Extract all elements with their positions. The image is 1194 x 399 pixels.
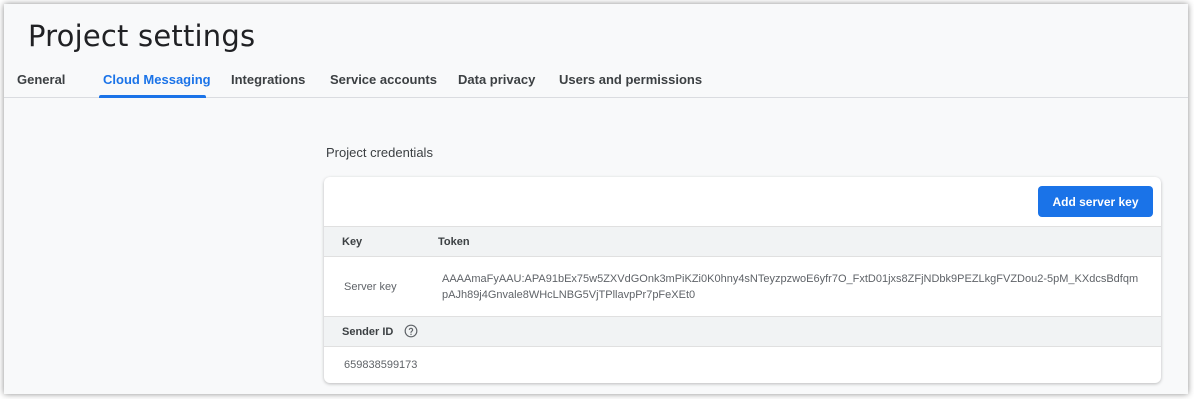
sender-id-header: Sender ID bbox=[324, 317, 1161, 347]
help-circle-icon[interactable] bbox=[404, 324, 418, 338]
active-tab-indicator bbox=[99, 95, 206, 98]
section-title-project-credentials: Project credentials bbox=[326, 145, 433, 160]
add-server-key-button[interactable]: Add server key bbox=[1038, 186, 1153, 217]
tab-integrations[interactable]: Integrations bbox=[231, 72, 305, 87]
credentials-card: Add server key Key Token Server key AAAA… bbox=[324, 177, 1161, 383]
sender-id-value[interactable]: 659838599173 bbox=[344, 359, 417, 371]
table-row: 659838599173 bbox=[324, 347, 1161, 382]
table-row: Server key AAAAmaFyAAU:APA91bEx75w5ZXVdG… bbox=[324, 257, 1161, 317]
server-key-label: Server key bbox=[344, 281, 397, 293]
tab-users-and-permissions[interactable]: Users and permissions bbox=[559, 72, 702, 87]
column-header-token: Token bbox=[438, 236, 470, 248]
card-toolbar: Add server key bbox=[324, 177, 1161, 227]
server-key-token[interactable]: AAAAmaFyAAU:APA91bEx75w5ZXVdGOnk3mPiKZi0… bbox=[442, 271, 1142, 303]
tab-data-privacy[interactable]: Data privacy bbox=[458, 72, 535, 87]
tab-service-accounts[interactable]: Service accounts bbox=[330, 72, 437, 87]
column-header-key: Key bbox=[342, 236, 363, 248]
table-header: Key Token bbox=[324, 227, 1161, 257]
page-title: Project settings bbox=[28, 19, 256, 53]
sender-id-label: Sender ID bbox=[342, 326, 394, 338]
settings-window: Project settings General Cloud Messaging… bbox=[4, 4, 1188, 394]
tab-general[interactable]: General bbox=[17, 72, 65, 87]
tab-cloud-messaging[interactable]: Cloud Messaging bbox=[103, 72, 211, 87]
tab-bar: General Cloud Messaging Integrations Ser… bbox=[4, 64, 1188, 98]
